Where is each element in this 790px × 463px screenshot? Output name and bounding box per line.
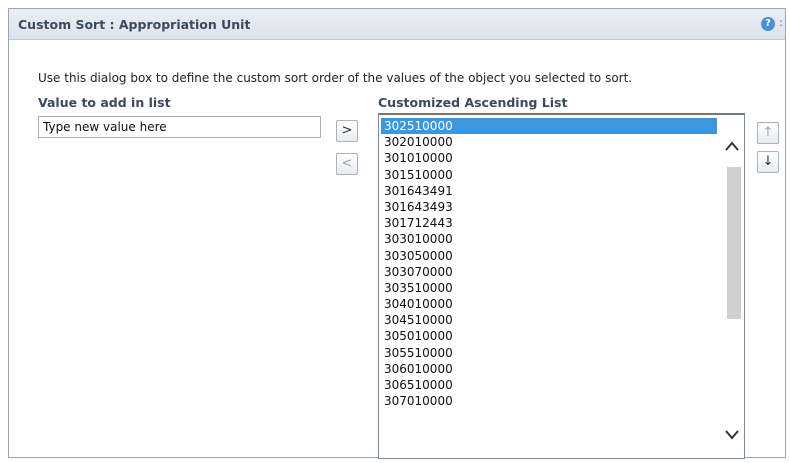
arrow-up-icon: ↑ — [762, 125, 774, 140]
list-item[interactable]: 301510000 — [381, 167, 717, 183]
list-item[interactable]: 305510000 — [381, 345, 717, 361]
custom-sort-dialog: Custom Sort : Appropriation Unit ? : Use… — [8, 8, 786, 459]
scroll-up-icon[interactable] — [725, 139, 739, 155]
chevron-right-icon: > — [341, 123, 353, 138]
arrow-down-icon: ↓ — [762, 154, 774, 169]
list-item[interactable]: 303510000 — [381, 280, 717, 296]
add-to-list-button[interactable]: > — [336, 120, 358, 142]
list-item[interactable]: 302510000 — [381, 118, 717, 135]
list-item[interactable]: 301712443 — [381, 215, 717, 231]
custom-list-label: Customized Ascending List — [378, 95, 568, 110]
list-scrollbar[interactable] — [722, 115, 744, 458]
move-up-button[interactable]: ↑ — [757, 122, 779, 144]
dialog-title: Custom Sort : Appropriation Unit — [18, 17, 251, 32]
custom-order-list[interactable]: 302510000 302010000 301010000 301510000 3016… — [378, 113, 745, 459]
dialog-description: Use this dialog box to define the custom… — [38, 71, 633, 85]
list-item[interactable]: 301010000 — [381, 150, 717, 166]
list-item[interactable]: 301643493 — [381, 199, 717, 215]
list-item[interactable]: 302010000 — [381, 134, 717, 150]
list-item[interactable]: 301643491 — [381, 183, 717, 199]
dialog-titlebar: Custom Sort : Appropriation Unit ? : — [9, 9, 785, 40]
list-item[interactable]: 303010000 — [381, 231, 717, 247]
scroll-down-icon[interactable] — [725, 428, 739, 444]
list-item[interactable]: 303070000 — [381, 264, 717, 280]
new-value-input[interactable] — [38, 116, 321, 138]
list-item[interactable]: 307010000 — [381, 393, 717, 409]
list-items: 302510000 302010000 301010000 301510000 3016… — [381, 118, 717, 409]
list-item[interactable]: 305010000 — [381, 328, 717, 344]
scroll-thumb[interactable] — [727, 167, 741, 319]
list-item[interactable]: 303050000 — [381, 248, 717, 264]
value-to-add-label: Value to add in list — [38, 95, 171, 110]
remove-from-list-button[interactable]: < — [336, 153, 358, 175]
list-item[interactable]: 304010000 — [381, 296, 717, 312]
chevron-left-icon: < — [341, 156, 353, 171]
list-item[interactable]: 306010000 — [381, 361, 717, 377]
help-icon[interactable]: ? — [761, 17, 775, 31]
list-item[interactable]: 304510000 — [381, 312, 717, 328]
move-down-button[interactable]: ↓ — [757, 151, 779, 173]
close-icon[interactable]: : — [779, 16, 783, 29]
list-item[interactable]: 306510000 — [381, 377, 717, 393]
